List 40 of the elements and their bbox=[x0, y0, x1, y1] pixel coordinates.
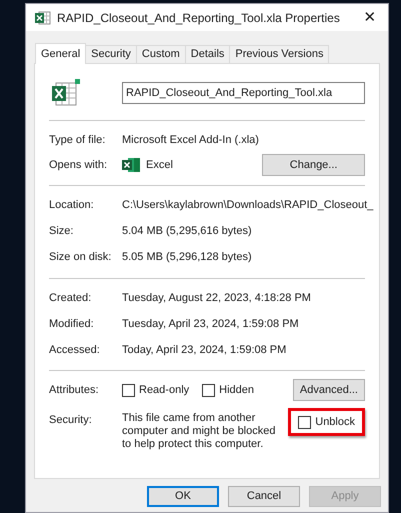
tab[interactable]: Security bbox=[86, 45, 137, 63]
checkbox-label: Unblock bbox=[315, 414, 355, 430]
app-name: Excel bbox=[146, 158, 173, 173]
excel-icon bbox=[122, 157, 140, 173]
field-label: Modified: bbox=[49, 316, 95, 332]
field-value: 5.04 MB (5,295,616 bytes) bbox=[122, 224, 252, 239]
field-label: Type of file: bbox=[49, 132, 106, 148]
dialog-button[interactable]: Cancel bbox=[228, 486, 300, 507]
field-value: 5.05 MB (5,296,128 bytes) bbox=[122, 250, 252, 265]
checkbox-label: Hidden bbox=[219, 382, 254, 398]
field-value: Tuesday, August 22, 2023, 4:18:28 PM bbox=[122, 290, 311, 306]
field-label: Size: bbox=[49, 224, 74, 239]
tab[interactable]: General bbox=[35, 43, 86, 64]
field-value: C:\Users\kaylabrown\Downloads\RAPID_Closeout_ bbox=[122, 198, 374, 213]
tab[interactable]: Previous Versions bbox=[230, 45, 330, 63]
checkbox[interactable] bbox=[202, 384, 216, 396]
excel-file-icon bbox=[35, 10, 51, 24]
advanced-button[interactable]: Advanced... bbox=[292, 379, 365, 401]
tab[interactable]: Details bbox=[186, 45, 230, 63]
field-value: Tuesday, April 23, 2024, 1:59:08 PM bbox=[122, 316, 299, 332]
field-label: Location: bbox=[49, 198, 95, 213]
field-label: Created: bbox=[49, 290, 92, 306]
checkbox[interactable] bbox=[298, 416, 312, 428]
field-label: Attributes: bbox=[49, 382, 100, 398]
change-button[interactable]: Change... bbox=[262, 154, 365, 176]
checkbox-label: Read-only bbox=[139, 382, 190, 398]
excel-file-icon bbox=[50, 79, 80, 107]
window-title: RAPID_Closeout_And_Reporting_Tool.xla Properties bbox=[57, 10, 341, 26]
close-button[interactable]: ✕ bbox=[360, 10, 380, 25]
field-label: Accessed: bbox=[49, 342, 101, 358]
field-label: Size on disk: bbox=[49, 250, 112, 265]
field-label: Security: bbox=[49, 413, 93, 428]
field-label: Opens with: bbox=[49, 158, 108, 173]
tab[interactable]: Custom bbox=[136, 45, 186, 63]
dialog-button[interactable]: OK bbox=[147, 486, 219, 507]
security-message: This file came from another computer and might be blocked to help protect this computer. bbox=[122, 412, 276, 451]
file-name-field[interactable]: RAPID_Closeout_And_Reporting_Tool.xla bbox=[122, 82, 365, 104]
field-value: Microsoft Excel Add-In (.xla) bbox=[122, 132, 259, 148]
field-value: Today, April 23, 2024, 1:59:08 PM bbox=[122, 342, 286, 358]
checkbox[interactable] bbox=[122, 384, 135, 396]
